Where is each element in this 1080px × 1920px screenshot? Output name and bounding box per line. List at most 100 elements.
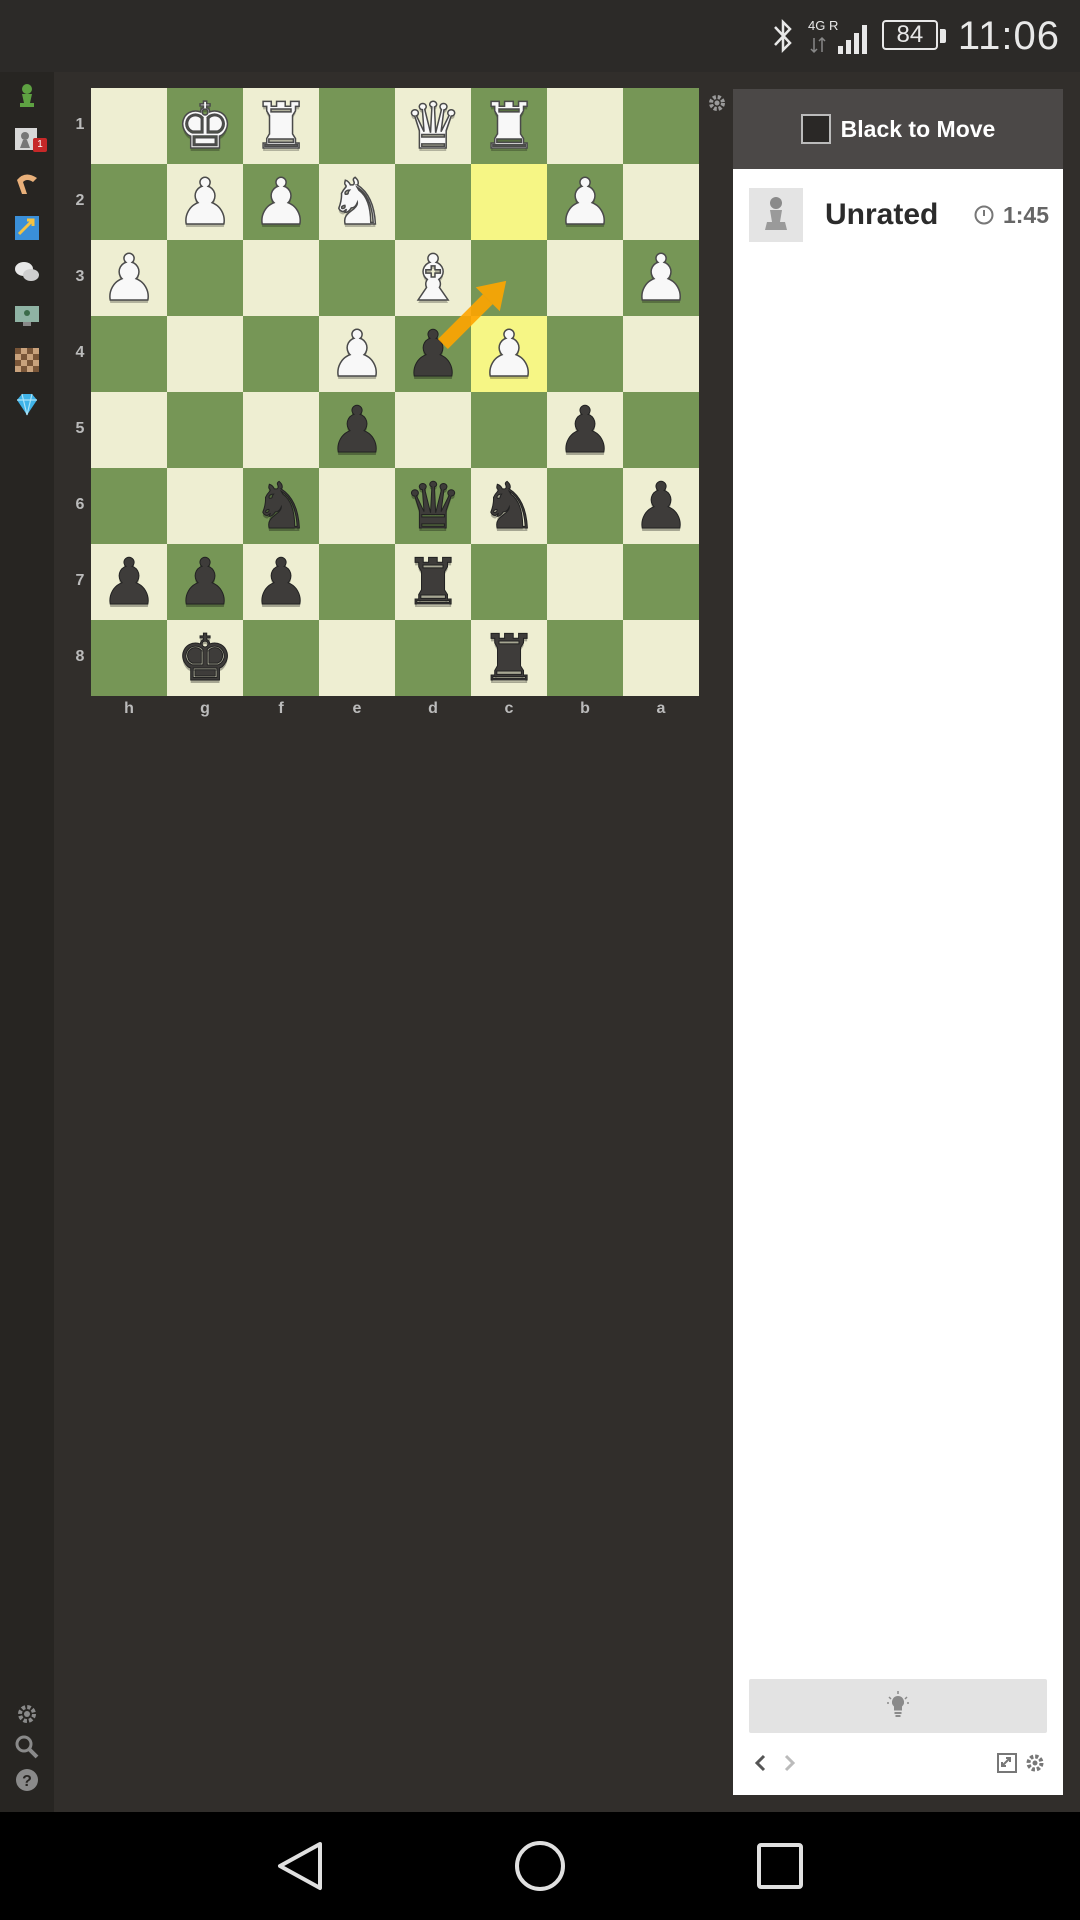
square-b2[interactable]: ♟ [547, 164, 623, 240]
square-d1[interactable]: ♛ [395, 88, 471, 164]
play-icon[interactable] [13, 82, 41, 110]
square-e6[interactable] [319, 468, 395, 544]
square-d3[interactable]: ♝ [395, 240, 471, 316]
square-f8[interactable] [243, 620, 319, 696]
black-rook-d7[interactable]: ♜ [404, 544, 462, 620]
square-a2[interactable] [623, 164, 699, 240]
square-f2[interactable]: ♟ [243, 164, 319, 240]
board-settings-icon[interactable] [706, 92, 728, 114]
square-a8[interactable] [623, 620, 699, 696]
square-e2[interactable]: ♞ [319, 164, 395, 240]
square-a5[interactable] [623, 392, 699, 468]
membership-diamond-icon[interactable] [13, 390, 41, 418]
hint-button[interactable] [749, 1679, 1047, 1733]
square-b7[interactable] [547, 544, 623, 620]
square-e8[interactable] [319, 620, 395, 696]
square-c7[interactable] [471, 544, 547, 620]
white-queen-d1[interactable]: ♛ [404, 88, 463, 164]
square-b5[interactable]: ♟ [547, 392, 623, 468]
square-d4[interactable]: ♟ [395, 316, 471, 392]
black-pawn-d4[interactable]: ♟ [404, 316, 462, 392]
square-h6[interactable] [91, 468, 167, 544]
lessons-icon[interactable] [13, 170, 41, 198]
square-g5[interactable] [167, 392, 243, 468]
chess-board[interactable]: ♚ ♜ ♛ ♜ ♟ ♟ ♞ ♟ ♟ ♝ ♟ ♟ ♟ ♟ ♟ ♟ ♞ ♛ ♞ ♟ ♟ ♟ ♟ ♜ ♚ ♜ [91, 88, 699, 696]
square-g2[interactable]: ♟ [167, 164, 243, 240]
square-f7[interactable]: ♟ [243, 544, 319, 620]
square-e3[interactable] [319, 240, 395, 316]
panel-settings-icon[interactable] [1023, 1751, 1047, 1775]
square-d5[interactable] [395, 392, 471, 468]
square-a1[interactable] [623, 88, 699, 164]
black-pawn-h7[interactable]: ♟ [100, 544, 158, 620]
white-king-g1[interactable]: ♚ [176, 88, 235, 164]
square-d7[interactable]: ♜ [395, 544, 471, 620]
avatar[interactable] [749, 188, 803, 242]
square-c6[interactable]: ♞ [471, 468, 547, 544]
white-rook-c1[interactable]: ♜ [480, 88, 539, 164]
white-pawn-b2[interactable]: ♟ [556, 164, 615, 240]
square-h7[interactable]: ♟ [91, 544, 167, 620]
flip-board-icon[interactable] [995, 1751, 1019, 1775]
help-icon[interactable]: ? [13, 1766, 41, 1794]
square-h5[interactable] [91, 392, 167, 468]
square-e4[interactable]: ♟ [319, 316, 395, 392]
black-pawn-b5[interactable]: ♟ [556, 392, 614, 468]
white-pawn-a3[interactable]: ♟ [632, 240, 691, 316]
square-b6[interactable] [547, 468, 623, 544]
square-a4[interactable] [623, 316, 699, 392]
puzzles-icon[interactable] [13, 214, 41, 242]
square-a3[interactable]: ♟ [623, 240, 699, 316]
square-g1[interactable]: ♚ [167, 88, 243, 164]
black-pawn-e5[interactable]: ♟ [328, 392, 386, 468]
white-pawn-f2[interactable]: ♟ [252, 164, 311, 240]
search-icon[interactable] [13, 1733, 41, 1761]
square-h1[interactable] [91, 88, 167, 164]
black-pawn-f7[interactable]: ♟ [252, 544, 310, 620]
recents-icon[interactable] [750, 1836, 810, 1896]
square-d6[interactable]: ♛ [395, 468, 471, 544]
square-b3[interactable] [547, 240, 623, 316]
white-knight-e2[interactable]: ♞ [328, 164, 387, 240]
square-g7[interactable]: ♟ [167, 544, 243, 620]
white-pawn-h3[interactable]: ♟ [100, 240, 159, 316]
square-a7[interactable] [623, 544, 699, 620]
square-h4[interactable] [91, 316, 167, 392]
white-pawn-e4[interactable]: ♟ [328, 316, 387, 392]
chat-icon[interactable] [13, 258, 41, 286]
black-knight-c6[interactable]: ♞ [480, 468, 538, 544]
home-icon[interactable] [510, 1836, 570, 1896]
back-icon[interactable] [270, 1836, 330, 1896]
square-f3[interactable] [243, 240, 319, 316]
board-icon[interactable] [13, 346, 41, 374]
settings-icon[interactable] [13, 1700, 41, 1728]
square-c4[interactable]: ♟ [471, 316, 547, 392]
black-knight-f6[interactable]: ♞ [252, 468, 310, 544]
square-g6[interactable] [167, 468, 243, 544]
white-pawn-c4[interactable]: ♟ [480, 316, 539, 392]
square-b1[interactable] [547, 88, 623, 164]
black-pawn-g7[interactable]: ♟ [176, 544, 234, 620]
square-b4[interactable] [547, 316, 623, 392]
square-f5[interactable] [243, 392, 319, 468]
black-king-g8[interactable]: ♚ [176, 620, 234, 696]
square-d8[interactable] [395, 620, 471, 696]
square-f4[interactable] [243, 316, 319, 392]
square-g4[interactable] [167, 316, 243, 392]
square-c5[interactable] [471, 392, 547, 468]
black-rook-c8[interactable]: ♜ [480, 620, 538, 696]
square-c2[interactable] [471, 164, 547, 240]
square-g8[interactable]: ♚ [167, 620, 243, 696]
black-pawn-a6[interactable]: ♟ [632, 468, 690, 544]
square-d2[interactable] [395, 164, 471, 240]
square-b8[interactable] [547, 620, 623, 696]
prev-move-icon[interactable] [749, 1751, 773, 1775]
white-pawn-g2[interactable]: ♟ [176, 164, 235, 240]
square-e1[interactable] [319, 88, 395, 164]
square-f6[interactable]: ♞ [243, 468, 319, 544]
square-c1[interactable]: ♜ [471, 88, 547, 164]
black-queen-d6[interactable]: ♛ [404, 468, 462, 544]
square-h3[interactable]: ♟ [91, 240, 167, 316]
square-c3[interactable] [471, 240, 547, 316]
notifications-icon[interactable]: 1 [13, 126, 47, 154]
